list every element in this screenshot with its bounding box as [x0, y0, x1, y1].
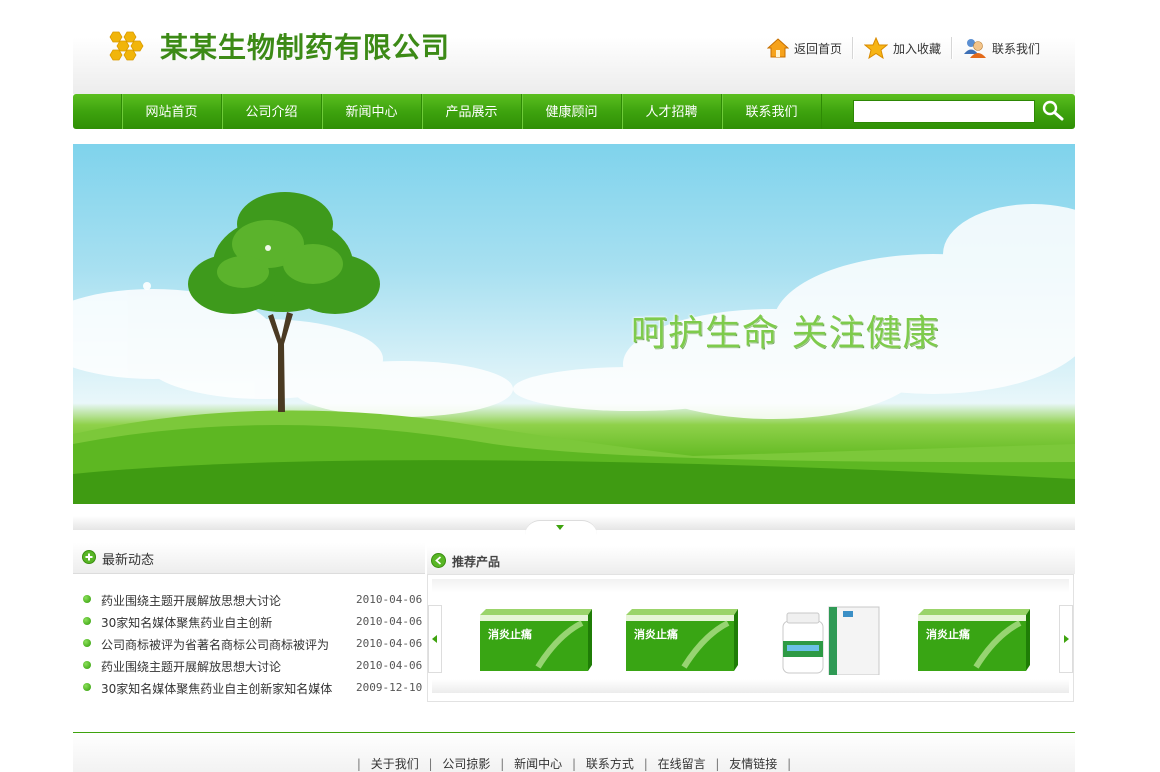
products-carousel: 消炎止痛 消炎止痛 消炎止痛: [427, 574, 1074, 702]
news-list: 药业围绕主题开展解放思想大讨论 2010-04-06 30家知名媒体聚焦药业自主…: [73, 588, 425, 698]
logo-hexagon-icon: [109, 31, 144, 61]
contact-link-label: 联系我们: [992, 41, 1041, 56]
product-image[interactable]: 消炎止痛: [624, 605, 740, 675]
nav-item-home[interactable]: 网站首页: [121, 94, 221, 129]
nav-items: 网站首页 公司介绍 新闻中心 产品展示 健康顾问 人才招聘 联系我们: [121, 94, 822, 129]
separator: |: [643, 757, 648, 771]
bookmark-link-label: 加入收藏: [893, 41, 942, 56]
news-header: 最新动态: [73, 543, 425, 574]
nav-item-health[interactable]: 健康顾问: [521, 94, 621, 129]
news-item[interactable]: 30家知名媒体聚焦药业自主创新 2010-04-06: [73, 610, 425, 632]
footer-link-contact[interactable]: 联系方式: [586, 757, 634, 771]
product-image[interactable]: 消炎止痛: [916, 605, 1032, 675]
footer-link-friends[interactable]: 友情链接: [729, 757, 777, 771]
bullet-icon: [83, 683, 91, 691]
bullet-icon: [83, 639, 91, 647]
news-item[interactable]: 公司商标被评为省著名商标公司商标被评为 2010-04-06: [73, 632, 425, 654]
footer-link-message[interactable]: 在线留言: [658, 757, 706, 771]
footer-link-gallery[interactable]: 公司掠影: [442, 757, 490, 771]
news-item[interactable]: 药业围绕主题开展解放思想大讨论 2010-04-06: [73, 654, 425, 676]
news-item-date: 2010-04-06: [356, 637, 423, 650]
news-item[interactable]: 30家知名媒体聚焦药业自主创新家知名媒体 2009-12-10: [73, 676, 425, 698]
news-item-date: 2010-04-06: [356, 593, 423, 606]
plus-circle-icon: [82, 550, 96, 564]
bullet-icon: [83, 617, 91, 625]
nav-item-news[interactable]: 新闻中心: [321, 94, 421, 129]
contact-link[interactable]: 联系我们: [953, 34, 1050, 62]
product-name: 消炎止痛: [634, 627, 678, 641]
news-item-date: 2010-04-06: [356, 659, 423, 672]
home-link[interactable]: 返回首页: [757, 34, 852, 62]
news-item-title[interactable]: 30家知名媒体聚焦药业自主创新: [101, 614, 272, 631]
news-item-date: 2009-12-10: [356, 681, 423, 694]
banner-slogan: 呵护生命 关注健康: [631, 313, 940, 354]
separator: |: [428, 757, 433, 771]
search-input[interactable]: [853, 100, 1035, 123]
search-icon: [1042, 100, 1064, 121]
separator: |: [571, 757, 577, 771]
footer-links: | 关于我们 | 公司掠影 | 新闻中心 | 联系方式 | 在线留言 | 友情链…: [73, 755, 1075, 772]
product-image[interactable]: 消炎止痛: [478, 605, 594, 675]
separator: |: [356, 757, 361, 771]
bookmark-link[interactable]: 加入收藏: [854, 34, 951, 62]
nav-item-contact[interactable]: 联系我们: [721, 94, 822, 129]
separator: |: [715, 757, 720, 771]
home-icon: [767, 38, 789, 58]
news-item-title[interactable]: 药业围绕主题开展解放思想大讨论: [101, 592, 281, 609]
arrow-right-icon: [1064, 635, 1069, 643]
search-button[interactable]: [1041, 100, 1065, 122]
arrow-left-icon: [432, 635, 437, 643]
separator: |: [787, 757, 792, 771]
site-header: 某某生物制药有限公司 返回首页 加入收藏 联系我们: [73, 0, 1075, 94]
star-icon: [864, 37, 889, 59]
product-name: 消炎止痛: [926, 627, 970, 641]
contact-person-icon: [964, 39, 987, 58]
news-item-date: 2010-04-06: [356, 615, 423, 628]
carousel-next-button[interactable]: [1059, 605, 1073, 673]
news-item-title[interactable]: 30家知名媒体聚焦药业自主创新家知名媒体: [101, 680, 332, 697]
quick-links: 返回首页 加入收藏 联系我们: [757, 34, 1050, 62]
company-name: 某某生物制药有限公司: [160, 31, 451, 64]
site-footer: | 关于我们 | 公司掠影 | 新闻中心 | 联系方式 | 在线留言 | 友情链…: [73, 733, 1075, 772]
hero-banner: 呵护生命 关注健康: [73, 144, 1075, 504]
products-title: 推荐产品: [452, 555, 501, 569]
news-title: 最新动态: [102, 553, 155, 568]
nav-item-about[interactable]: 公司介绍: [221, 94, 321, 129]
footer-link-about[interactable]: 关于我们: [371, 757, 419, 771]
news-item-title[interactable]: 药业围绕主题开展解放思想大讨论: [101, 658, 281, 675]
bullet-icon: [83, 661, 91, 669]
chevron-down-icon: [556, 525, 564, 530]
separator: |: [500, 757, 505, 771]
home-link-label: 返回首页: [794, 41, 843, 56]
nav-item-jobs[interactable]: 人才招聘: [621, 94, 721, 129]
product-image[interactable]: [773, 605, 889, 675]
bullet-icon: [83, 595, 91, 603]
news-item-title[interactable]: 公司商标被评为省著名商标公司商标被评为: [101, 636, 329, 653]
products-header: 推荐产品: [427, 546, 1075, 574]
back-circle-icon: [431, 553, 446, 568]
main-navigation: 网站首页 公司介绍 新闻中心 产品展示 健康顾问 人才招聘 联系我们: [73, 94, 1075, 129]
footer-link-news[interactable]: 新闻中心: [514, 757, 562, 771]
nav-item-products[interactable]: 产品展示: [421, 94, 521, 129]
product-name: 消炎止痛: [488, 627, 532, 641]
carousel-prev-button[interactable]: [428, 605, 442, 673]
news-item[interactable]: 药业围绕主题开展解放思想大讨论 2010-04-06: [73, 588, 425, 610]
